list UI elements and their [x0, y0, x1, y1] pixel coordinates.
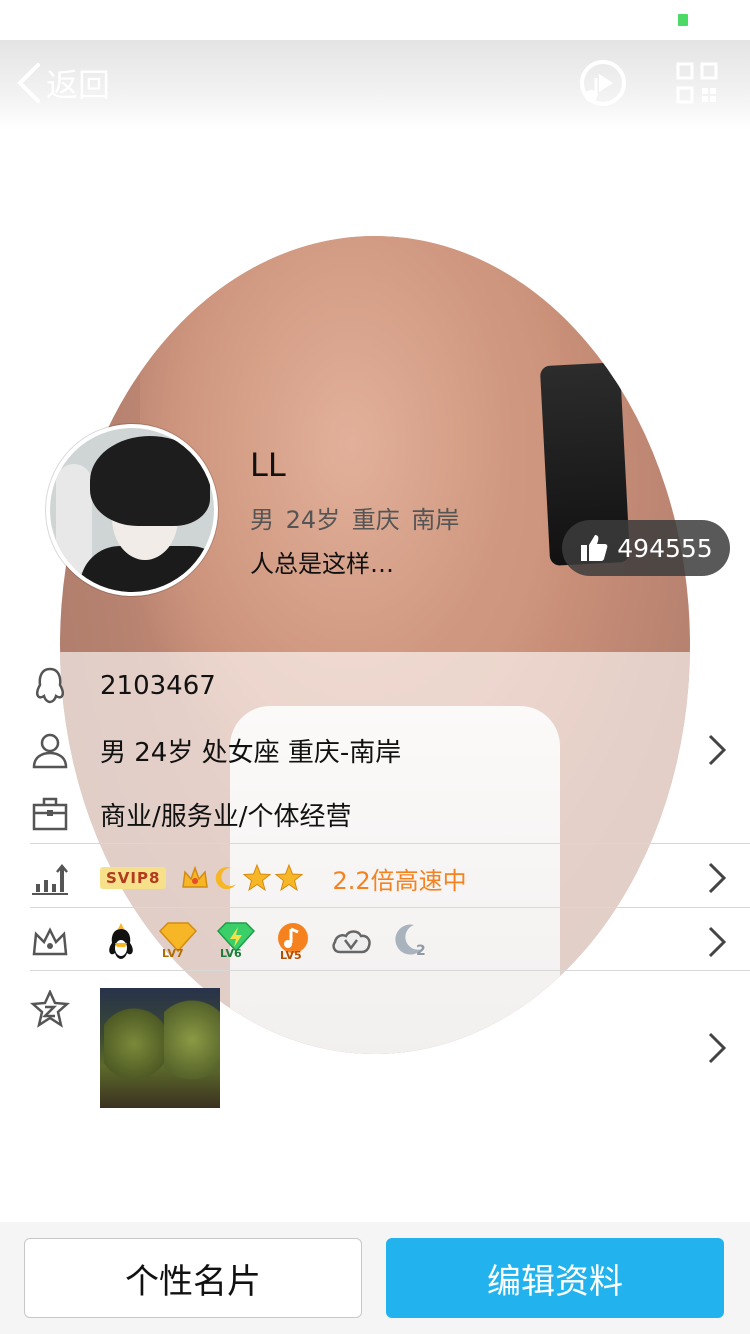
penguin-icon: [35, 667, 65, 704]
vip-level-icons: [180, 863, 304, 893]
bottom-bar: 个性名片 编辑资料: [0, 1222, 750, 1334]
vip-info: SVIP8 2.2倍高速中: [100, 861, 467, 896]
qr-code-button[interactable]: [676, 62, 718, 108]
badges-list: LV7 LV6 LV5 2: [100, 921, 432, 963]
svip-badge: SVIP8: [100, 867, 167, 889]
divider: [30, 970, 750, 971]
avatar-cat: [56, 464, 92, 574]
music-button[interactable]: [578, 58, 628, 112]
basic-info-row[interactable]: 男 24岁 处女座 重庆-南岸: [0, 728, 750, 772]
battery-percent: 26%: [612, 6, 666, 34]
badge-level: LV6: [220, 947, 242, 960]
back-label: 返回: [46, 66, 111, 104]
badges-row[interactable]: LV7 LV6 LV5 2: [0, 920, 750, 964]
status-right: 26%: [583, 6, 738, 34]
cloud-v-icon: [332, 930, 371, 954]
profile-card-button[interactable]: 个性名片: [24, 1238, 362, 1318]
badge-level: LV5: [280, 949, 302, 962]
edit-profile-button[interactable]: 编辑资料: [386, 1238, 724, 1318]
growth-chart-icon: [32, 864, 68, 895]
crown-outline-icon: [32, 927, 68, 956]
gallery-photo-thumbnail[interactable]: [100, 988, 220, 1108]
diamond-badge: LV6: [214, 921, 258, 963]
chevron-right-icon: [708, 1032, 727, 1064]
chevron-right-icon: [708, 734, 727, 766]
badge-level: 2: [416, 943, 426, 959]
music-play-icon: [580, 60, 626, 106]
thumbs-up-icon: [581, 535, 608, 561]
diamond-badge: LV7: [156, 921, 200, 963]
profile-meta: 男 24岁 重庆 南岸: [250, 506, 460, 534]
occupation-row: 商业/服务业/个体经营: [0, 792, 750, 836]
nav-bar: 返回: [0, 40, 750, 130]
badge-level: LV7: [162, 947, 184, 960]
speed-status: 2.2倍高速中: [332, 866, 467, 895]
nickname: LL: [250, 446, 286, 484]
divider: [30, 907, 750, 908]
moon-icon: [216, 867, 237, 890]
photo-tree: [104, 1004, 164, 1084]
occupation: 商业/服务业/个体经营: [100, 801, 352, 832]
like-button[interactable]: 494555: [562, 520, 730, 576]
qq-number-row: 2103467: [0, 664, 750, 708]
orientation-lock-icon: [583, 10, 604, 30]
briefcase-icon: [32, 797, 68, 831]
chevron-left-icon: [17, 63, 40, 103]
crown-icon: [182, 865, 209, 888]
basic-info: 男 24岁 处女座 重庆-南岸: [100, 737, 402, 768]
chevron-right-icon: [708, 926, 727, 958]
divider: [30, 843, 750, 844]
back-button[interactable]: 返回: [16, 60, 110, 106]
photo-tree: [164, 992, 220, 1088]
avatar-hair: [90, 436, 210, 526]
person-icon: [32, 733, 68, 769]
status-bar: 中国移动 13:17 26%: [0, 0, 750, 40]
likes-count: 494555: [617, 533, 713, 563]
qq-number: 2103467: [100, 671, 216, 701]
charging-icon: [728, 11, 738, 29]
avatar[interactable]: [46, 424, 218, 596]
signature[interactable]: 人总是这样…: [250, 544, 394, 579]
qr-code-icon: [676, 62, 718, 104]
music-badge: LV5: [272, 921, 316, 963]
moon-level-badge: 2: [388, 921, 432, 963]
chevron-right-icon: [708, 862, 727, 894]
vip-row[interactable]: SVIP8 2.2倍高速中: [0, 856, 750, 900]
qq-penguin-badge-icon: [109, 923, 133, 959]
star-icon: [275, 863, 304, 892]
battery-icon: [674, 10, 720, 30]
star-icon: [243, 863, 272, 892]
star-z-icon: [30, 990, 70, 1028]
